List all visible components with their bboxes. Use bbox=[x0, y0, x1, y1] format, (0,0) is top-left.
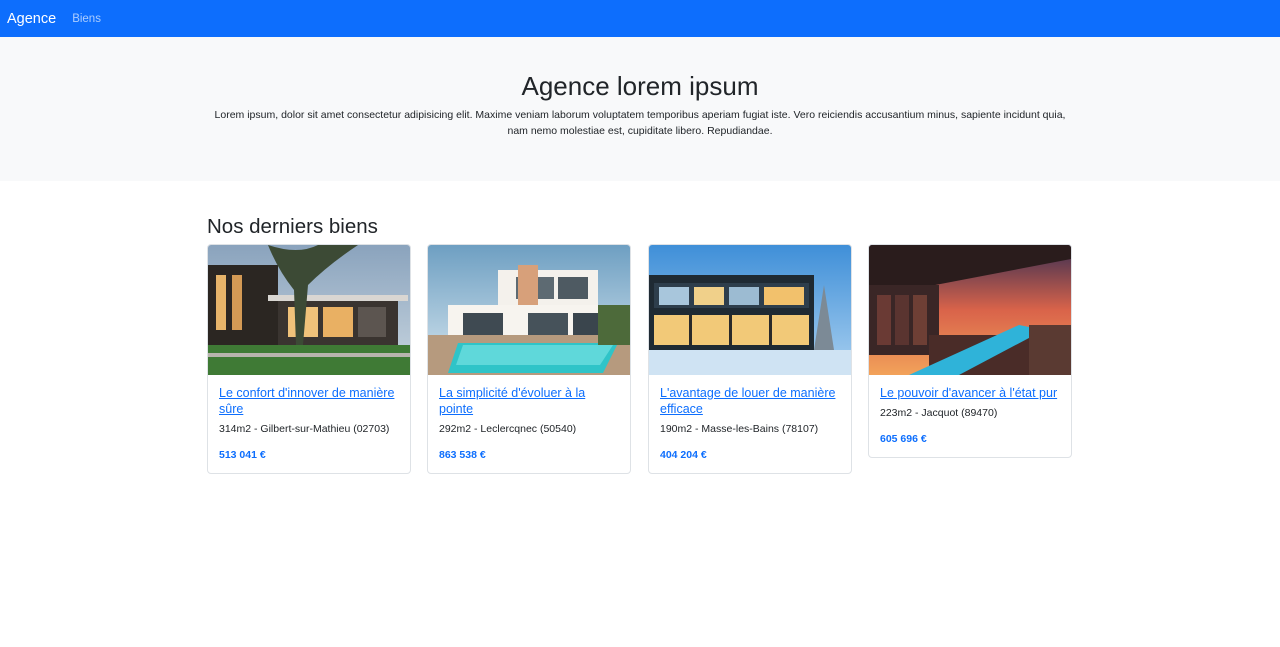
property-card: Le confort d'innover de manière sûre 314… bbox=[207, 244, 411, 474]
hero-text: Lorem ipsum, dolor sit amet consectetur … bbox=[214, 109, 1066, 137]
section-title: Nos derniers biens bbox=[207, 215, 378, 238]
property-title-link[interactable]: Le pouvoir d'avancer à l'état pur bbox=[880, 385, 1060, 401]
property-card: L'avantage de louer de manière efficace … bbox=[648, 244, 852, 474]
property-photo bbox=[208, 245, 410, 375]
property-meta: 223m2 - Jacquot (89470) bbox=[880, 407, 998, 419]
property-meta: 314m2 - Gilbert-sur-Mathieu (02703) bbox=[219, 423, 390, 435]
property-card: La simplicité d'évoluer à la pointe 292m… bbox=[427, 244, 631, 474]
property-price: 605 696 € bbox=[880, 433, 927, 445]
property-card: Le pouvoir d'avancer à l'état pur 223m2 … bbox=[868, 244, 1072, 458]
property-price: 863 538 € bbox=[439, 449, 486, 461]
property-photo bbox=[428, 245, 630, 375]
property-title-link[interactable]: L'avantage de louer de manière efficace bbox=[660, 385, 840, 417]
nav-link-biens[interactable]: Biens bbox=[72, 13, 101, 25]
hero-title: Agence lorem ipsum bbox=[521, 71, 759, 101]
brand-link[interactable]: Agence bbox=[7, 11, 56, 27]
property-price: 513 041 € bbox=[219, 449, 266, 461]
property-photo bbox=[649, 245, 851, 375]
property-meta: 292m2 - Leclercqnec (50540) bbox=[439, 423, 577, 435]
property-title-link[interactable]: Le confort d'innover de manière sûre bbox=[219, 385, 399, 417]
hero-section: Agence lorem ipsum Lorem ipsum, dolor si… bbox=[0, 37, 1280, 181]
property-price: 404 204 € bbox=[660, 449, 707, 461]
top-navbar: Agence Biens bbox=[0, 0, 1280, 37]
property-meta: 190m2 - Masse-les-Bains (78107) bbox=[660, 423, 819, 435]
property-title-link[interactable]: La simplicité d'évoluer à la pointe bbox=[439, 385, 619, 417]
property-photo bbox=[869, 245, 1071, 375]
